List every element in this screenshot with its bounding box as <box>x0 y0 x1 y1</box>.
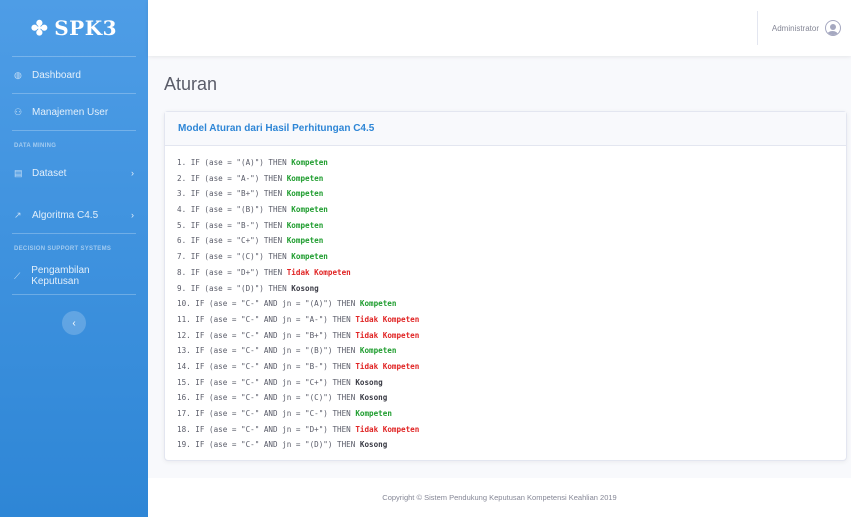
rule-row: 13. IF (ase = "C-" AND jn = "(B)") THEN … <box>177 343 846 359</box>
rule-outcome: Tidak Kompeten <box>355 330 420 340</box>
rule-row: 7. IF (ase = "(C)") THEN Kompeten <box>177 249 846 265</box>
sidebar-item-label: Manajemen User <box>32 106 109 118</box>
sidebar-item-label: Algoritma C4.5 <box>32 209 99 221</box>
brand-name: SPK3 <box>54 16 118 40</box>
sidebar-item-label: Dashboard <box>32 69 81 81</box>
wrench-icon: ↗ <box>14 209 22 220</box>
footer-copyright: Copyright © Sistem Pendukung Keputusan K… <box>382 493 617 502</box>
rule-outcome: Kosong <box>359 393 388 403</box>
rule-condition: 17. IF (ase = "C-" AND jn = "C-") THEN <box>177 409 356 418</box>
rule-condition: 4. IF (ase = "(B)") THEN <box>177 205 292 215</box>
rule-outcome: Tidak Kompeten <box>355 424 420 434</box>
rule-row: 2. IF (ase = "A-") THEN Kompeten <box>177 171 846 187</box>
rule-outcome: Kosong <box>291 283 319 293</box>
rule-condition: 3. IF (ase = "B+") THEN <box>177 189 287 199</box>
sidebar: ✤ SPK3 ◍ Dashboard ⚇ Manajemen User DATA… <box>0 0 148 517</box>
dashboard-icon: ◍ <box>14 69 22 80</box>
rule-condition: 10. IF (ase = "C-" AND jn = "(A)") THEN <box>177 299 360 309</box>
rule-row: 19. IF (ase = "C-" AND jn = "(D)") THEN … <box>177 437 846 453</box>
rule-row: 9. IF (ase = "(D)") THEN Kosong <box>177 281 846 297</box>
rule-row: 5. IF (ase = "B-") THEN Kompeten <box>177 218 846 234</box>
user-name[interactable]: Administrator <box>772 24 819 33</box>
sidebar-heading-data-mining: DATA MINING <box>14 143 57 149</box>
rule-outcome: Tidak Kompeten <box>286 267 351 277</box>
rule-outcome: Kompeten <box>291 252 328 262</box>
rule-outcome: Kompeten <box>355 409 392 418</box>
footer: Copyright © Sistem Pendukung Keputusan K… <box>148 478 851 517</box>
chevron-right-icon: › <box>131 168 134 178</box>
card-header: Model Aturan dari Hasil Perhitungan C4.5 <box>165 112 846 146</box>
rule-row: 4. IF (ase = "(B)") THEN Kompeten <box>177 202 846 218</box>
rule-outcome: Kompeten <box>286 220 324 230</box>
topbar-divider <box>756 11 758 45</box>
rule-condition: 1. IF (ase = "(A)") THEN <box>177 158 292 167</box>
rule-condition: 5. IF (ase = "B-") THEN <box>177 220 287 230</box>
sidebar-item-dashboard[interactable]: ◍ Dashboard <box>0 57 148 93</box>
rule-row: 15. IF (ase = "C-" AND jn = "C+") THEN K… <box>177 375 846 391</box>
chart-icon: ⟋ <box>14 270 21 281</box>
rule-row: 11. IF (ase = "C-" AND jn = "A-") THEN T… <box>177 312 846 328</box>
rule-outcome: Tidak Kompeten <box>355 361 420 371</box>
rule-condition: 6. IF (ase = "C+") THEN <box>177 236 287 246</box>
rule-row: 8. IF (ase = "D+") THEN Tidak Kompeten <box>177 265 846 281</box>
rule-row: 17. IF (ase = "C-" AND jn = "C-") THEN K… <box>177 406 846 422</box>
rules-list: 1. IF (ase = "(A)") THEN Kompeten 2. IF (… <box>165 146 846 453</box>
rule-outcome: Kosong <box>359 440 388 450</box>
rule-condition: 2. IF (ase = "A-") THEN <box>177 173 287 183</box>
rule-row: 3. IF (ase = "B+") THEN Kompeten <box>177 186 846 202</box>
rule-outcome: Tidak Kompeten <box>355 314 420 324</box>
rule-outcome: Kompeten <box>291 158 328 167</box>
rule-outcome: Kosong <box>355 377 383 387</box>
rule-row: 1. IF (ase = "(A)") THEN Kompeten <box>177 155 846 171</box>
sidebar-item-algoritma[interactable]: ↗ Algoritma C4.5 › <box>0 197 148 233</box>
database-icon: ▤ <box>14 167 23 178</box>
sidebar-item-dataset[interactable]: ▤ Dataset › <box>0 155 148 191</box>
rule-outcome: Kompeten <box>359 299 397 309</box>
rule-row: 6. IF (ase = "C+") THEN Kompeten <box>177 233 846 249</box>
rule-outcome: Kompeten <box>286 236 324 246</box>
rule-condition: 19. IF (ase = "C-" AND jn = "(D)") THEN <box>177 440 360 450</box>
rule-row: 14. IF (ase = "C-" AND jn = "B-") THEN T… <box>177 359 846 375</box>
rule-row: 18. IF (ase = "C-" AND jn = "D+") THEN T… <box>177 422 846 438</box>
chevron-left-icon: ‹ <box>72 317 76 329</box>
rule-condition: 7. IF (ase = "(C)") THEN <box>177 252 292 262</box>
user-circle-icon[interactable] <box>825 20 841 36</box>
rule-outcome: Kompeten <box>291 205 328 215</box>
rules-card: Model Aturan dari Hasil Perhitungan C4.5… <box>164 111 847 461</box>
rule-condition: 16. IF (ase = "C-" AND jn = "(C)") THEN <box>177 393 360 403</box>
rule-row: 16. IF (ase = "C-" AND jn = "(C)") THEN … <box>177 390 846 406</box>
divider <box>12 294 136 295</box>
sidebar-item-label: Pengambilan Keputusan <box>31 265 90 287</box>
sidebar-item-manajemen-user[interactable]: ⚇ Manajemen User <box>0 94 148 130</box>
sidebar-heading-dss: DECISION SUPPORT SYSTEMS <box>14 246 112 252</box>
rule-outcome: Kompeten <box>286 189 324 199</box>
rule-condition: 15. IF (ase = "C-" AND jn = "C+") THEN <box>177 377 356 387</box>
topbar: Administrator <box>148 0 851 56</box>
page-title: Aturan <box>164 74 218 94</box>
sidebar-item-pengambilan-keputusan[interactable]: ⟋ Pengambilan Keputusan <box>0 258 148 294</box>
rule-condition: 18. IF (ase = "C-" AND jn = "D+") THEN <box>177 424 356 434</box>
sidebar-toggle-button[interactable]: ‹ <box>62 311 86 335</box>
users-icon: ⚇ <box>14 106 23 117</box>
rule-row: 12. IF (ase = "C-" AND jn = "B+") THEN T… <box>177 328 846 344</box>
sidebar-item-label: Dataset <box>32 167 67 179</box>
rule-row: 10. IF (ase = "C-" AND jn = "(A)") THEN … <box>177 296 846 312</box>
rule-condition: 11. IF (ase = "C-" AND jn = "A-") THEN <box>177 314 356 324</box>
rule-condition: 8. IF (ase = "D+") THEN <box>177 267 287 277</box>
brand[interactable]: ✤ SPK3 <box>0 0 148 56</box>
rule-condition: 9. IF (ase = "(D)") THEN <box>177 283 292 293</box>
rule-outcome: Kompeten <box>359 346 397 356</box>
rule-condition: 12. IF (ase = "C-" AND jn = "B+") THEN <box>177 330 356 340</box>
rule-condition: 13. IF (ase = "C-" AND jn = "(B)") THEN <box>177 346 360 356</box>
rule-condition: 14. IF (ase = "C-" AND jn = "B-") THEN <box>177 361 356 371</box>
rule-outcome: Kompeten <box>286 173 324 183</box>
cogs-icon: ✤ <box>30 16 49 40</box>
chevron-right-icon: › <box>131 210 134 220</box>
